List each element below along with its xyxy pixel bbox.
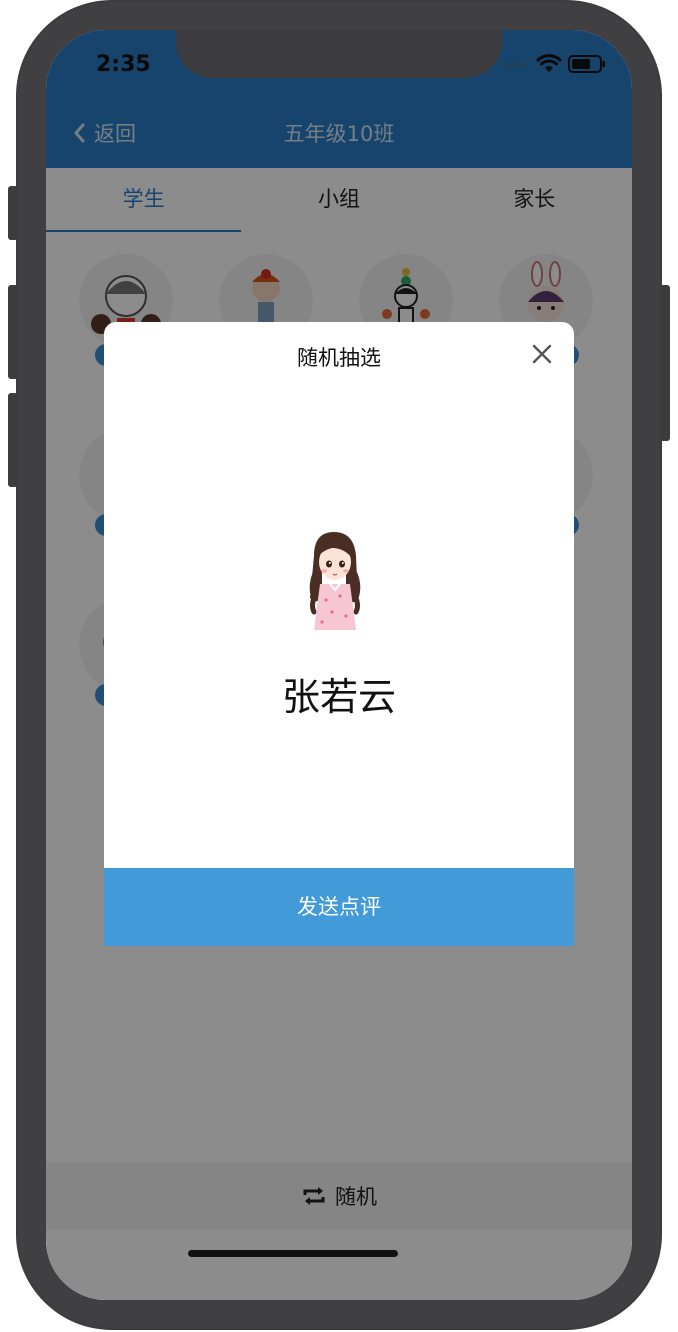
notch: [176, 30, 502, 78]
volume-down-button: [8, 393, 18, 487]
power-button: [660, 285, 670, 441]
dialog-title: 随机抽选: [297, 346, 381, 370]
home-indicator[interactable]: [188, 1250, 398, 1257]
mute-switch: [8, 186, 18, 240]
volume-up-button: [8, 285, 18, 379]
send-comment-button[interactable]: 发送点评: [104, 868, 574, 946]
picked-student-name: 张若云: [281, 675, 396, 719]
close-icon[interactable]: [528, 340, 556, 368]
random-pick-dialog: 随机抽选 张若云 发送点评: [104, 322, 574, 946]
picked-student-avatar: [309, 532, 361, 630]
screen: 2:35 五年级10班 返回 学生 小组 家长 随机 随机抽选 张若云 发送点评: [46, 30, 632, 1300]
